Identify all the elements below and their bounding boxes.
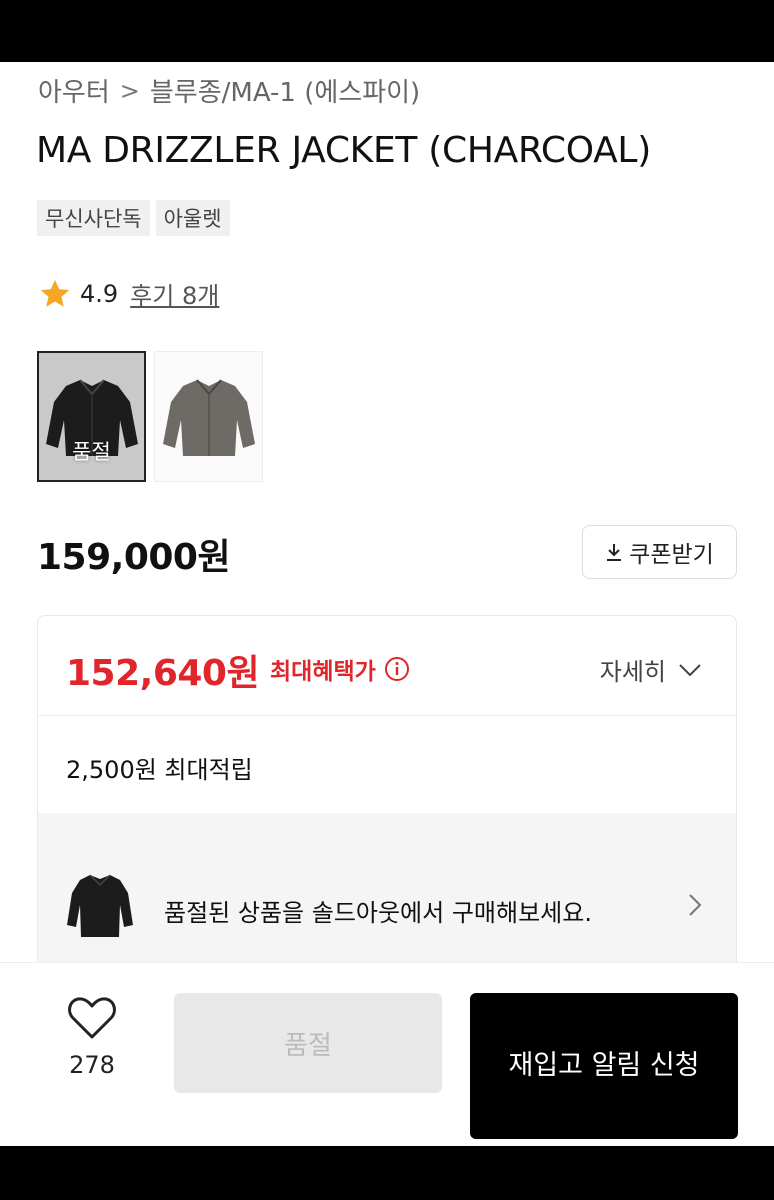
- product-tags: 무신사단독 아울렛: [37, 200, 230, 236]
- soldout-button[interactable]: 품절: [174, 993, 442, 1093]
- review-count-link[interactable]: 후기 8개: [130, 276, 219, 311]
- like-button[interactable]: 278: [60, 995, 124, 1079]
- rating-score: 4.9: [80, 279, 119, 308]
- product-title: MA DRIZZLER JACKET (CHARCOAL): [36, 130, 651, 171]
- info-icon[interactable]: [384, 656, 410, 682]
- tag-outlet: 아울렛: [155, 200, 230, 236]
- breadcrumb-subcategory[interactable]: 블루종/MA-1 (에스파이): [150, 72, 420, 109]
- thumbnail-charcoal[interactable]: 품절: [37, 351, 146, 482]
- rating-row: 4.9 후기 8개: [38, 276, 219, 311]
- chevron-right-icon: [689, 894, 702, 916]
- detail-toggle[interactable]: 자세히: [600, 652, 702, 687]
- bottom-action-bar: 278 품절 재입고 알림 신청: [0, 962, 774, 1146]
- restock-alert-button[interactable]: 재입고 알림 신청: [470, 993, 738, 1139]
- jacket-image: [162, 378, 255, 456]
- coupon-button[interactable]: 쿠폰받기: [582, 525, 737, 579]
- breadcrumb: 아우터 > 블루종/MA-1 (에스파이): [38, 72, 420, 109]
- chevron-down-icon: [679, 663, 701, 676]
- like-count: 278: [69, 1051, 115, 1079]
- max-benefit-label-group: 최대혜택가: [270, 652, 410, 686]
- max-benefit-row: 152,640원 최대혜택가 자세히: [38, 616, 736, 716]
- soldout-banner[interactable]: 품절된 상품을 솔드아웃에서 구매해보세요.: [38, 813, 736, 976]
- benefit-box: 152,640원 최대혜택가 자세히 2,500원 최대적립 품절된 상품을 솔…: [37, 615, 737, 977]
- download-icon: [607, 544, 622, 561]
- breadcrumb-separator: >: [119, 76, 140, 105]
- star-icon: [40, 279, 70, 307]
- tag-exclusive: 무신사단독: [37, 200, 150, 236]
- max-benefit-label: 최대혜택가: [270, 659, 376, 685]
- soldout-banner-text: 품절된 상품을 솔드아웃에서 구매해보세요.: [164, 899, 592, 927]
- points-row: 2,500원 최대적립: [38, 716, 736, 813]
- max-benefit-price: 152,640원: [66, 653, 260, 694]
- coupon-label: 쿠폰받기: [629, 541, 714, 567]
- jacket-thumbnail: [67, 874, 133, 937]
- original-price: 159,000원: [37, 537, 231, 578]
- detail-label: 자세히: [599, 658, 666, 686]
- product-detail-screen: 아우터 > 블루종/MA-1 (에스파이) MA DRIZZLER JACKET…: [0, 62, 774, 1146]
- color-thumbnails: 품절: [37, 351, 263, 482]
- max-points: 2,500원 최대적립: [66, 756, 253, 784]
- thumbnail-grey[interactable]: [154, 351, 263, 482]
- breadcrumb-category[interactable]: 아우터: [38, 72, 110, 109]
- soldout-overlay: 품절: [72, 440, 111, 464]
- heart-icon: [68, 997, 116, 1039]
